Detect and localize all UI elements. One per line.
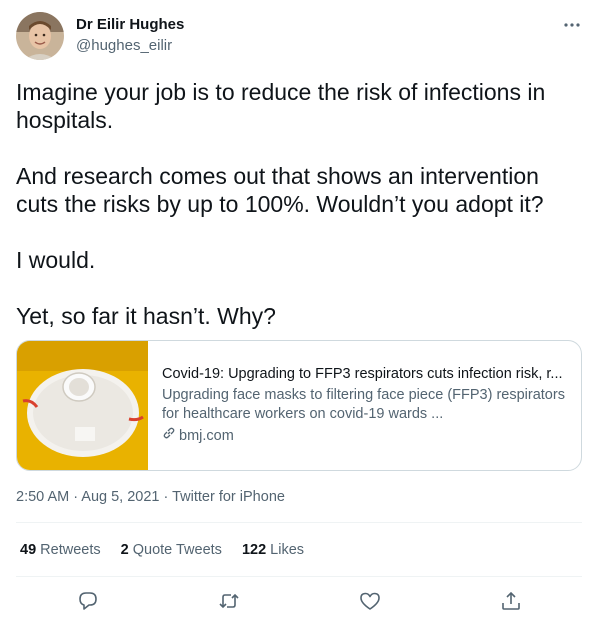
quotes-stat[interactable]: 2 Quote Tweets (121, 542, 222, 558)
link-card[interactable]: Covid-19: Upgrading to FFP3 respirators … (16, 340, 582, 471)
action-bar (0, 588, 598, 614)
quotes-count: 2 (120, 542, 129, 558)
retweet-icon (219, 593, 239, 609)
likes-stat[interactable]: 122 Likes (242, 542, 304, 558)
tweet-paragraph: I would. (16, 247, 96, 273)
tweet-paragraph: And research comes out that shows an int… (16, 163, 544, 217)
card-title: Covid-19: Upgrading to FFP3 respirators … (162, 366, 563, 382)
author-name[interactable]: Dr Eilir Hughes (76, 16, 184, 33)
heart-icon (360, 592, 380, 610)
retweet-button[interactable] (216, 588, 242, 614)
card-description: Upgrading face masks to filtering face p… (162, 387, 565, 422)
quotes-label: Quote Tweets (132, 542, 222, 558)
avatar[interactable] (16, 12, 64, 60)
retweets-count: 49 (20, 542, 37, 558)
more-options-icon[interactable] (561, 14, 583, 36)
tweet: Dr Eilir Hughes @hughes_eilir Imagine yo… (0, 0, 598, 624)
link-icon (162, 426, 176, 446)
tweet-paragraph: Yet, so far it hasn’t. Why? (16, 303, 276, 329)
reply-button[interactable] (75, 588, 101, 614)
retweets-stat[interactable]: 49 Retweets (20, 542, 101, 558)
tweet-timestamp[interactable]: 2:50 AM · Aug 5, 2021 · Twitter for iPho… (16, 489, 285, 505)
author-handle[interactable]: @hughes_eilir (76, 37, 172, 54)
likes-label: Likes (270, 542, 305, 558)
card-thumbnail (17, 341, 148, 470)
card-domain: bmj.com (162, 426, 567, 446)
card-body: Covid-19: Upgrading to FFP3 respirators … (148, 341, 581, 470)
retweets-label: Retweets (40, 542, 101, 558)
likes-count: 122 (241, 542, 267, 558)
tweet-text: Imagine your job is to reduce the risk o… (16, 78, 576, 330)
tweet-paragraph: Imagine your job is to reduce the risk o… (16, 79, 546, 133)
card-domain-text: bmj.com (179, 427, 234, 444)
like-button[interactable] (357, 588, 383, 614)
reply-icon (79, 592, 97, 610)
divider (16, 522, 582, 523)
share-icon (502, 591, 520, 610)
tweet-stats: 49 Retweets 2 Quote Tweets 122 Likes (20, 542, 304, 558)
divider (16, 576, 582, 577)
share-button[interactable] (498, 588, 524, 614)
